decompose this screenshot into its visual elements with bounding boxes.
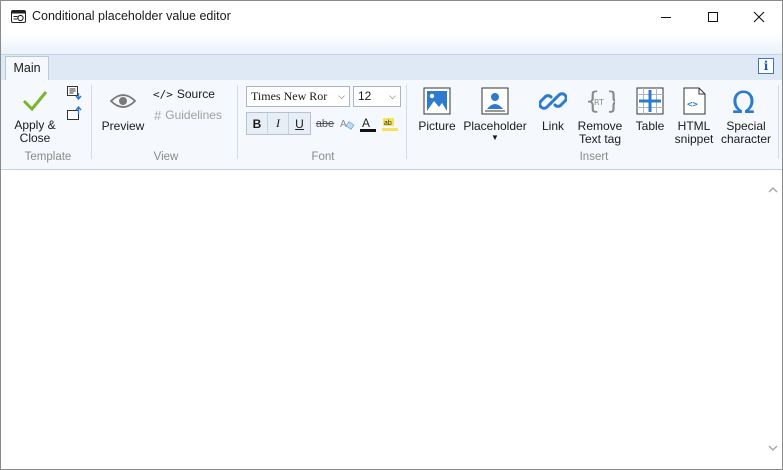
import-template-button[interactable] [65,85,83,103]
person-placeholder-icon [481,87,509,115]
html-snippet-button[interactable]: <> HTML snippet [672,87,716,146]
maximize-button[interactable] [690,1,736,32]
apply-close-button[interactable]: Apply & Close [10,89,60,145]
source-button[interactable]: </> Source [153,86,215,102]
font-color-icon: A [360,116,376,132]
document-export-icon [67,105,82,120]
rt-text: RT [594,98,604,107]
font-color-button[interactable]: A [358,113,378,135]
strikethrough-button[interactable]: abe [315,113,335,135]
table-label: Table [635,119,665,133]
italic-label: I [276,116,280,130]
svg-text:}: } [606,87,615,115]
remove-text-tag-label-2: Text tag [578,132,622,146]
close-button[interactable] [736,1,782,32]
table-button[interactable]: Table [630,87,670,133]
document-import-icon [67,86,82,101]
title-bar[interactable]: Conditional placeholder value editor [1,1,782,33]
clear-formatting-icon: A [340,119,355,130]
picture-label: Picture [418,119,456,133]
placeholder-button[interactable]: Placeholder ▼ [462,87,528,142]
apply-close-label-2: Close [19,131,51,145]
html-snippet-label-2: snippet [674,132,714,146]
format-button-group: B I U [246,112,311,135]
checkmark-icon [22,91,48,112]
tab-main[interactable]: Main [5,56,49,81]
underline-button[interactable]: U [289,113,310,134]
font-family-value: Times New Ror [251,89,328,103]
svg-text:ab: ab [384,120,392,127]
chevron-down-icon [768,445,778,451]
picture-icon [423,87,451,115]
svg-text:A: A [340,119,347,130]
bold-label: B [252,116,262,131]
guidelines-button[interactable]: # Guidelines [154,107,222,123]
group-label-insert: Insert [579,151,609,163]
info-button[interactable]: i [758,58,774,74]
link-label: Link [541,119,564,133]
hash-grid-icon: # [154,107,162,123]
strikethrough-label: abe [315,118,335,130]
highlight-button[interactable]: ab [380,113,400,135]
svg-text:<>: <> [687,100,698,110]
bold-button[interactable]: B [247,113,268,134]
header-band [1,33,782,55]
editor-window: Conditional placeholder value editor Mai… [0,0,783,470]
maximize-icon [708,11,718,22]
svg-text:Ω: Ω [732,87,755,115]
font-size-select[interactable]: 12 ⌵ [353,86,401,107]
editor-window-icon [11,10,26,23]
source-label: Source [176,87,215,101]
export-template-button[interactable] [65,105,83,124]
placeholder-label: Placeholder [463,119,527,133]
scroll-down-button[interactable] [766,441,780,455]
special-character-label-2: character [720,132,772,146]
chevron-up-icon [768,186,778,192]
picture-button[interactable]: Picture [415,87,459,133]
chevron-down-icon: ⌵ [338,91,345,101]
minimize-icon [661,16,671,18]
group-label-font: Font [311,151,335,163]
clear-formatting-button[interactable]: A [337,113,357,135]
preview-label: Preview [101,119,145,133]
html-file-icon: <> [683,87,706,115]
chevron-down-icon: ⌵ [389,91,396,101]
group-separator [237,85,238,159]
code-brackets-icon: </> [153,87,173,101]
vertical-scrollbar[interactable] [764,181,781,459]
underline-label: U [295,116,304,131]
group-separator [406,85,407,159]
group-separator [778,85,779,159]
rt-braces-icon: { } RT [585,87,615,115]
italic-button[interactable]: I [268,113,289,134]
preview-button[interactable]: Preview [98,91,148,133]
caret-down-icon: ▼ [491,133,499,142]
minimize-button[interactable] [643,1,689,32]
guidelines-label: Guidelines [165,108,222,122]
font-size-value: 12 [358,89,372,103]
link-button[interactable]: Link [533,87,573,133]
highlighter-icon: ab [382,118,398,131]
special-character-button[interactable]: Ω Special character [719,87,773,146]
omega-icon: Ω [732,87,755,115]
editor-content-area[interactable] [1,171,782,469]
window-title: Conditional placeholder value editor [32,9,231,23]
eye-icon [110,94,136,108]
chain-link-icon [539,92,567,110]
group-separator [91,85,92,159]
font-family-select[interactable]: Times New Ror ⌵ [246,86,350,107]
group-label-template: Template [24,151,72,163]
scroll-up-button[interactable] [766,182,780,196]
remove-text-tag-button[interactable]: { } RT Remove Text tag [576,87,624,146]
close-icon [753,11,765,22]
svg-text:A: A [362,116,370,130]
group-label-view: View [153,151,179,163]
table-grid-icon [636,87,664,115]
tab-strip [1,54,782,80]
